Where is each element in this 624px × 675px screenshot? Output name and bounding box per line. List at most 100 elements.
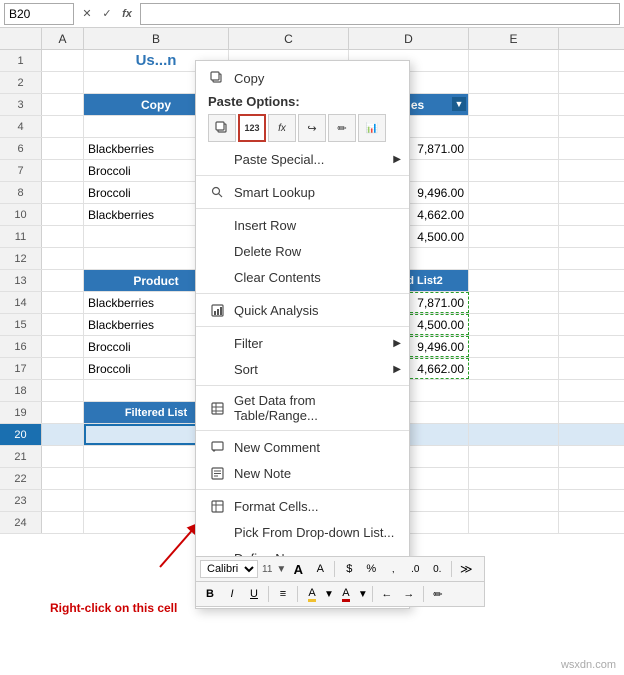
menu-item-get-data[interactable]: Get Data from Table/Range...: [196, 389, 409, 427]
col-header-b[interactable]: B: [84, 28, 229, 49]
paste-btn-link[interactable]: 📊: [358, 114, 386, 142]
cell-a19[interactable]: [42, 402, 84, 423]
cell-e8[interactable]: [469, 182, 559, 203]
cell-a17[interactable]: [42, 358, 84, 379]
menu-item-copy[interactable]: Copy: [196, 65, 409, 91]
cell-a7[interactable]: [42, 160, 84, 181]
decrease-decimal-btn[interactable]: 0.: [427, 559, 447, 579]
cell-a15[interactable]: [42, 314, 84, 335]
fill-color-btn[interactable]: A: [302, 584, 322, 604]
toolbar-separator: [297, 586, 298, 602]
cell-e23[interactable]: [469, 490, 559, 511]
cell-e15[interactable]: [469, 314, 559, 335]
col-header-d[interactable]: D: [349, 28, 469, 49]
font-size-increase-btn[interactable]: A: [288, 559, 308, 579]
menu-item-delete-row[interactable]: Delete Row: [196, 238, 409, 264]
cell-e13[interactable]: [469, 270, 559, 291]
cell-a1[interactable]: [42, 50, 84, 71]
cell-a6[interactable]: [42, 138, 84, 159]
cell-e19[interactable]: [469, 402, 559, 423]
menu-item-smart-lookup[interactable]: Smart Lookup: [196, 179, 409, 205]
paste-btn-values[interactable]: 123: [238, 114, 266, 142]
increase-decimal-btn[interactable]: .0: [405, 559, 425, 579]
cell-e14[interactable]: [469, 292, 559, 313]
font-color-btn[interactable]: A: [336, 584, 356, 604]
dollar-btn[interactable]: $: [339, 559, 359, 579]
col-header-e[interactable]: E: [469, 28, 559, 49]
cell-e21[interactable]: [469, 446, 559, 467]
cell-a3[interactable]: [42, 94, 84, 115]
menu-item-insert-row[interactable]: Insert Row: [196, 212, 409, 238]
font-selector[interactable]: Calibri: [200, 560, 258, 578]
left-arrow-btn[interactable]: ←: [377, 584, 397, 604]
cell-a21[interactable]: [42, 446, 84, 467]
cell-e16[interactable]: [469, 336, 559, 357]
cell-a11[interactable]: [42, 226, 84, 247]
font-size-decrease-btn[interactable]: A: [310, 559, 330, 579]
menu-item-format-cells[interactable]: Format Cells...: [196, 493, 409, 519]
cell-e4[interactable]: [469, 116, 559, 137]
cell-e3[interactable]: [469, 94, 559, 115]
paste-btn-transpose[interactable]: ↪: [298, 114, 326, 142]
pick-dropdown-icon: [208, 523, 226, 541]
font-color-dropdown[interactable]: ▼: [358, 589, 368, 600]
col-header-a[interactable]: A: [42, 28, 84, 49]
cell-a8[interactable]: [42, 182, 84, 203]
menu-item-pick-dropdown[interactable]: Pick From Drop-down List...: [196, 519, 409, 545]
right-arrow-btn[interactable]: →: [399, 584, 419, 604]
eraser-btn[interactable]: ✏: [428, 584, 448, 604]
paste-btn-format[interactable]: ✏: [328, 114, 356, 142]
menu-item-clear-contents[interactable]: Clear Contents: [196, 264, 409, 290]
cell-e7[interactable]: [469, 160, 559, 181]
more-btn[interactable]: ≫: [456, 559, 476, 579]
menu-item-quick-analysis[interactable]: Quick Analysis: [196, 297, 409, 323]
cell-a18[interactable]: [42, 380, 84, 401]
cell-e22[interactable]: [469, 468, 559, 489]
cell-e10[interactable]: [469, 204, 559, 225]
col-header-c[interactable]: C: [229, 28, 349, 49]
cell-e24[interactable]: [469, 512, 559, 533]
menu-item-filter[interactable]: Filter ▶: [196, 330, 409, 356]
quick-analysis-label: Quick Analysis: [234, 303, 319, 318]
function-icon[interactable]: fx: [118, 5, 136, 23]
cell-e20[interactable]: [469, 424, 559, 445]
cell-e18[interactable]: [469, 380, 559, 401]
paste-btn-formula[interactable]: fx: [268, 114, 296, 142]
comma-btn[interactable]: ‚: [383, 559, 403, 579]
cell-a20[interactable]: [42, 424, 84, 445]
menu-item-new-comment[interactable]: New Comment: [196, 434, 409, 460]
cell-a4[interactable]: [42, 116, 84, 137]
percent-btn[interactable]: %: [361, 559, 381, 579]
underline-btn[interactable]: U: [244, 584, 264, 604]
cell-a22[interactable]: [42, 468, 84, 489]
cell-a10[interactable]: [42, 204, 84, 225]
formula-input[interactable]: [140, 3, 620, 25]
confirm-icon[interactable]: ✓: [98, 5, 116, 23]
fill-color-dropdown[interactable]: ▼: [324, 589, 334, 600]
align-left-btn[interactable]: ≡: [273, 584, 293, 604]
menu-item-paste-special[interactable]: Paste Special... ▶: [196, 146, 409, 172]
cell-a13[interactable]: [42, 270, 84, 291]
cancel-icon[interactable]: ✕: [78, 5, 96, 23]
cell-a16[interactable]: [42, 336, 84, 357]
filter-dropdown-icon[interactable]: ▼: [452, 97, 466, 111]
cell-e1[interactable]: [469, 50, 559, 71]
cell-a24[interactable]: [42, 512, 84, 533]
delete-row-icon: [208, 242, 226, 260]
paste-btn-clipboard[interactable]: [208, 114, 236, 142]
bold-btn[interactable]: B: [200, 584, 220, 604]
cell-a23[interactable]: [42, 490, 84, 511]
search-icon: [208, 183, 226, 201]
cell-e17[interactable]: [469, 358, 559, 379]
menu-item-sort[interactable]: Sort ▶: [196, 356, 409, 382]
cell-e11[interactable]: [469, 226, 559, 247]
italic-btn[interactable]: I: [222, 584, 242, 604]
menu-item-new-note[interactable]: New Note: [196, 460, 409, 486]
cell-a12[interactable]: [42, 248, 84, 269]
cell-a2[interactable]: [42, 72, 84, 93]
cell-e6[interactable]: [469, 138, 559, 159]
cell-e2[interactable]: [469, 72, 559, 93]
cell-e12[interactable]: [469, 248, 559, 269]
cell-reference-box[interactable]: B20: [4, 3, 74, 25]
cell-a14[interactable]: [42, 292, 84, 313]
